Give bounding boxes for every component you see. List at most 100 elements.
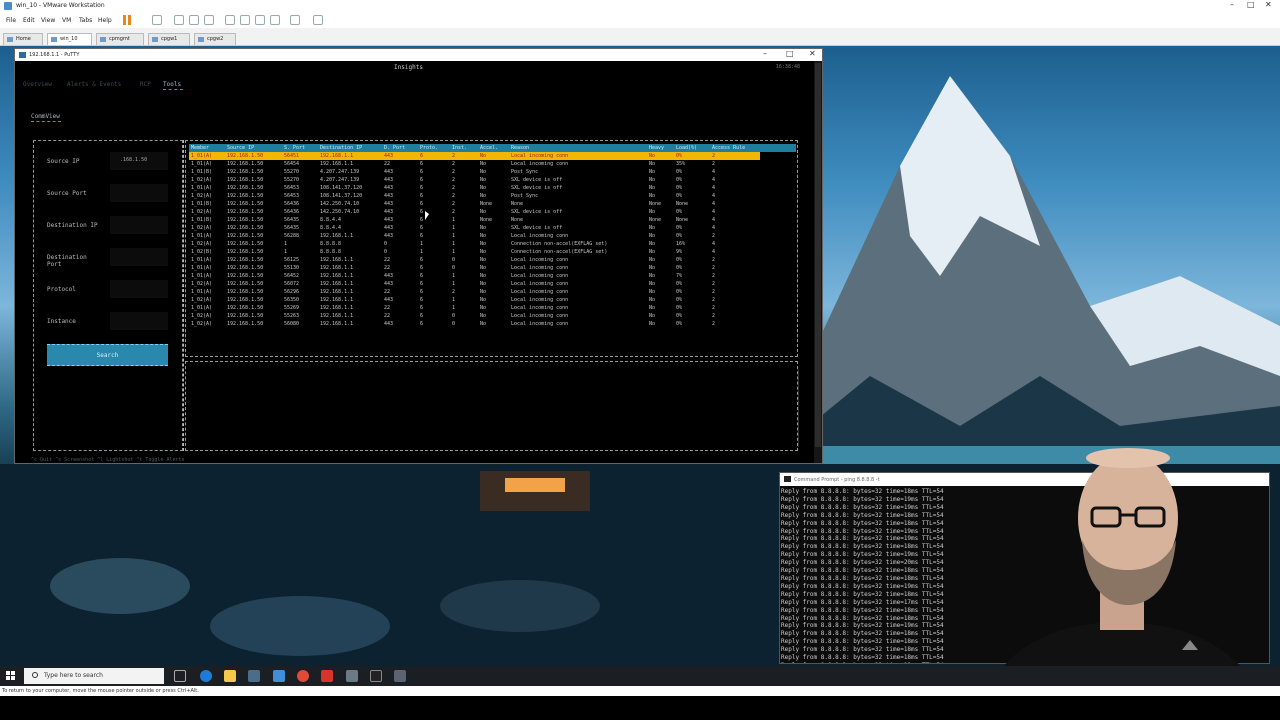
- tab-cpgw1[interactable]: cpgw1: [148, 33, 190, 45]
- cmd-output[interactable]: Reply from 8.8.8.8: bytes=32 time=18ms T…: [781, 488, 944, 663]
- terminal[interactable]: Insights 16:38:48 Overview Alerts & Even…: [15, 61, 822, 463]
- revert-snapshot-icon[interactable]: [189, 15, 199, 25]
- close-icon[interactable]: ✕: [809, 49, 816, 58]
- col-d-port[interactable]: D. Port: [384, 145, 405, 151]
- winscp-icon[interactable]: [273, 670, 285, 682]
- table-row[interactable]: 1_01(A) 192.168.1.50 56288 192.168.1.1 443 6 1…: [189, 232, 809, 240]
- table-row[interactable]: 1_01(A) 192.168.1.50 56296 192.168.1.1 22 6 2 N…: [189, 288, 809, 296]
- col-s-port[interactable]: S. Port: [284, 145, 305, 151]
- store-icon[interactable]: [248, 670, 260, 682]
- close-icon[interactable]: ✕: [1265, 0, 1272, 9]
- tab-overview[interactable]: Overview: [23, 81, 52, 88]
- source-ip-input[interactable]: .168.1.50: [110, 152, 168, 170]
- cmd-line: Reply from 8.8.8.8: bytes=32 time=18ms T…: [781, 519, 944, 527]
- stretch-guest-icon[interactable]: [313, 15, 323, 25]
- col-member[interactable]: Member: [191, 145, 209, 151]
- table-row[interactable]: 1_02(A) 192.168.1.50 56350 192.168.1.1 443 6 1…: [189, 296, 809, 304]
- table-row-selected[interactable]: 1_01(A) 192.168.1.50 56451 192.168.1.1 443 6 2…: [189, 152, 760, 160]
- tab-cpgw2[interactable]: cpgw2: [194, 33, 236, 45]
- taskbar-search[interactable]: Type here to search: [24, 668, 164, 684]
- menu-edit[interactable]: Edit: [23, 17, 35, 24]
- tab-rcp[interactable]: RCP: [140, 81, 151, 88]
- snapshot-icon[interactable]: [174, 15, 184, 25]
- library-icon[interactable]: [225, 15, 235, 25]
- table-row[interactable]: 1_02(A) 192.168.1.50 55270 4.207.247.139 443…: [189, 176, 809, 184]
- file-explorer-icon[interactable]: [224, 670, 236, 682]
- table-row[interactable]: 1_02(A) 192.168.1.50 55263 192.168.1.1 22 6 0 N…: [189, 312, 809, 320]
- table-row[interactable]: 1_01(B) 192.168.1.50 55270 4.207.247.139 443…: [189, 168, 809, 176]
- menu-vm[interactable]: VM: [62, 17, 71, 24]
- terminal-scrollbar[interactable]: [814, 61, 822, 463]
- tab-tools[interactable]: Tools: [163, 81, 181, 88]
- search-button[interactable]: Search: [47, 344, 168, 366]
- col-destination-ip[interactable]: Destination IP: [320, 145, 362, 151]
- col-access-rule[interactable]: Access Rule: [712, 145, 745, 151]
- tab-win-10[interactable]: win_10: [47, 33, 92, 45]
- col-load[interactable]: Load(%): [676, 145, 697, 151]
- task-view-icon[interactable]: [174, 670, 186, 682]
- menu-view[interactable]: View: [41, 17, 55, 24]
- cell-load: 0%: [676, 193, 683, 199]
- start-icon[interactable]: [6, 671, 16, 681]
- cmd-line: Reply from 8.8.8.8: bytes=32 time=18ms T…: [781, 511, 944, 519]
- cell-source-ip: 192.168.1.50: [227, 201, 264, 207]
- menu-tabs[interactable]: Tabs: [79, 17, 92, 24]
- smartconsole-icon[interactable]: [321, 670, 333, 682]
- cell-d-port: 443: [384, 185, 394, 191]
- menu-file[interactable]: File: [6, 17, 16, 24]
- table-row[interactable]: 1_01(A) 192.168.1.50 56453 108.141.37.120 44…: [189, 184, 809, 192]
- snapshot-manager-icon[interactable]: [204, 15, 214, 25]
- destination-port-input[interactable]: [110, 248, 168, 266]
- table-row[interactable]: 1_02(A) 192.168.1.50 1 8.8.8.8 0 1 1 No Connecti…: [189, 240, 809, 248]
- table-row[interactable]: 1_02(A) 192.168.1.50 56435 8.8.4.4 443 6 1 No SX…: [189, 224, 809, 232]
- cmd-taskbar-icon[interactable]: [370, 670, 382, 682]
- table-row[interactable]: 1_02(A) 192.168.1.50 56436 142.250.74.10 443…: [189, 208, 809, 216]
- maximize-icon[interactable]: □: [786, 49, 794, 58]
- destination-ip-input[interactable]: [110, 216, 168, 234]
- details-scrollbar[interactable]: [798, 369, 799, 447]
- source-port-input[interactable]: [110, 184, 168, 202]
- cmd-line: Reply from 8.8.8.8: bytes=32 time=19ms T…: [781, 503, 944, 511]
- table-row[interactable]: 1_01(B) 192.168.1.50 56436 142.250.74.10 443…: [189, 200, 809, 208]
- col-reason[interactable]: Reason: [511, 145, 529, 151]
- source-ip-label: Source IP: [47, 158, 80, 165]
- col-proto[interactable]: Proto.: [420, 145, 438, 151]
- menu-help[interactable]: Help: [98, 17, 112, 24]
- unity-icon[interactable]: [270, 15, 280, 25]
- scrollbar-thumb[interactable]: [815, 63, 821, 447]
- app-icon[interactable]: [346, 670, 358, 682]
- table-row[interactable]: 1_01(A) 192.168.1.50 55130 192.168.1.1 22 6 0 N…: [189, 264, 809, 272]
- table-row[interactable]: 1_01(A) 192.168.1.50 55269 192.168.1.1 22 6 1 N…: [189, 304, 809, 312]
- console-view-icon[interactable]: [290, 15, 300, 25]
- maximize-icon[interactable]: □: [1247, 0, 1255, 9]
- cell-source-ip: 192.168.1.50: [227, 225, 264, 231]
- instance-input[interactable]: [110, 312, 168, 330]
- pause-icon[interactable]: [123, 15, 131, 25]
- tab-alerts-events[interactable]: Alerts & Events: [67, 81, 121, 88]
- table-row[interactable]: 1_01(A) 192.168.1.50 56454 192.168.1.1 22 6 2 N…: [189, 160, 809, 168]
- table-row[interactable]: 1_01(B) 192.168.1.50 56435 8.8.4.4 443 6 1 None…: [189, 216, 809, 224]
- tab-home[interactable]: Home: [3, 33, 43, 45]
- table-row[interactable]: 1_02(B) 192.168.1.50 1 8.8.8.8 0 1 1 No Connecti…: [189, 248, 809, 256]
- send-ctrl-alt-del-icon[interactable]: [152, 15, 162, 25]
- full-screen-icon[interactable]: [255, 15, 265, 25]
- table-row[interactable]: 1_02(A) 192.168.1.50 56072 192.168.1.1 443 6 1…: [189, 280, 809, 288]
- table-row[interactable]: 1_02(A) 192.168.1.50 56080 192.168.1.1 443 6 0…: [189, 320, 809, 328]
- minimize-icon[interactable]: –: [1230, 0, 1234, 9]
- table-row[interactable]: 1_01(A) 192.168.1.50 56452 192.168.1.1 443 6 1…: [189, 272, 809, 280]
- tab-cpmgmt[interactable]: cpmgmt: [96, 33, 144, 45]
- thumbnail-bar-icon[interactable]: [240, 15, 250, 25]
- table-row[interactable]: 1_01(A) 192.168.1.50 56125 192.168.1.1 22 6 0 N…: [189, 256, 809, 264]
- col-accel[interactable]: Accel.: [480, 145, 498, 151]
- col-inst[interactable]: Inst.: [452, 145, 467, 151]
- minimize-icon[interactable]: –: [763, 49, 767, 58]
- putty-taskbar-icon[interactable]: [394, 670, 406, 682]
- edge-icon[interactable]: [200, 670, 212, 682]
- cell-inst: 0: [452, 257, 456, 263]
- protocol-input[interactable]: [110, 280, 168, 298]
- table-row[interactable]: 1_02(A) 192.168.1.50 56453 108.141.37.120 44…: [189, 192, 809, 200]
- vmware-window-title: win_10 - VMware Workstation: [16, 2, 105, 9]
- col-heavy[interactable]: Heavy: [649, 145, 664, 151]
- chrome-icon[interactable]: [297, 670, 309, 682]
- col-source-ip[interactable]: Source IP: [227, 145, 254, 151]
